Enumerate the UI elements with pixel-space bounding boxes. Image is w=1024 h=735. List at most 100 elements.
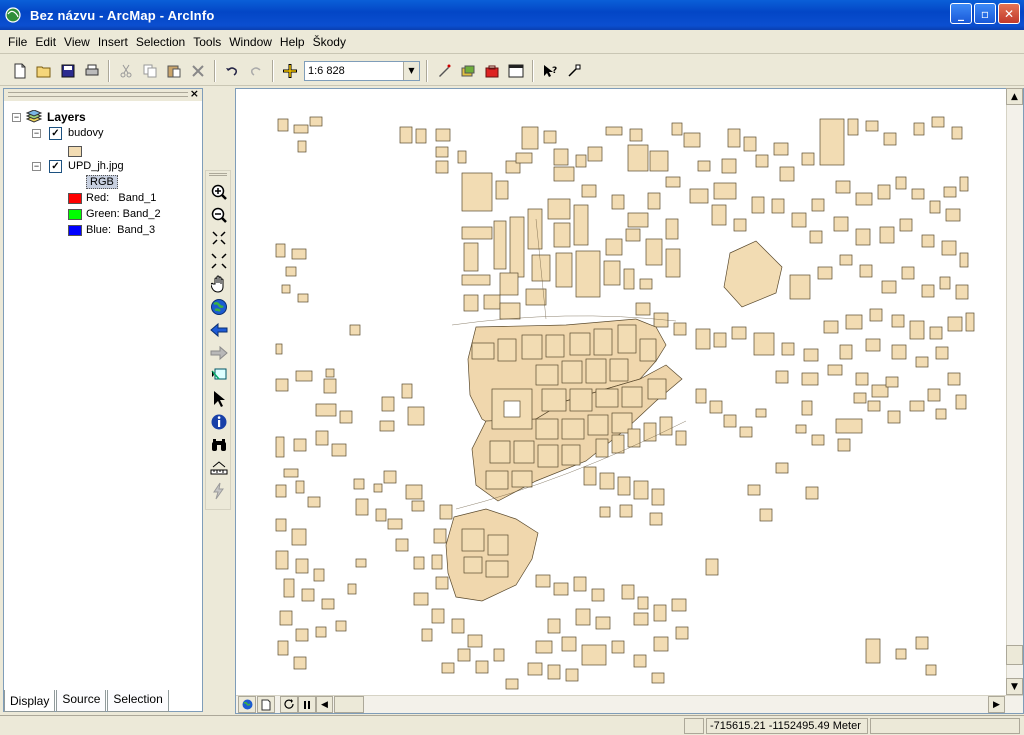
maximize-button[interactable]: ▫ [974, 3, 996, 24]
red-band-swatch[interactable] [68, 192, 82, 204]
toolbar-separator [426, 59, 428, 82]
command-line-button[interactable] [504, 60, 527, 82]
toolbar-separator [108, 59, 110, 82]
layer-row-budovy[interactable]: − ✓ budovy [32, 125, 103, 141]
printer-icon [85, 64, 98, 75]
green-band-swatch[interactable] [68, 208, 82, 220]
arccatalog-button[interactable] [456, 60, 479, 82]
chevron-down-icon[interactable]: ▼ [403, 61, 419, 80]
find-button[interactable] [208, 434, 230, 456]
layer-visibility-checkbox[interactable]: ✓ [49, 159, 62, 173]
print-button[interactable] [80, 60, 103, 82]
lightning-icon [213, 482, 224, 500]
band-label: Blue: Band_3 [86, 224, 156, 236]
zoom-out-button[interactable] [208, 204, 230, 226]
layer-visibility-checkbox[interactable]: ✓ [49, 126, 62, 140]
globe-icon [242, 699, 252, 710]
page-icon [261, 699, 271, 710]
redo-button[interactable] [244, 60, 267, 82]
rgb-label[interactable]: RGB [86, 175, 118, 189]
map-display[interactable]: ▲ ▼ ◀ ▶ [235, 88, 1024, 714]
menu-skody[interactable]: Škody [309, 35, 350, 49]
toolbar-grip[interactable] [209, 173, 227, 176]
map-scale-dropdown[interactable]: 1:6 828 ▼ [304, 60, 420, 81]
editing-tool-button[interactable] [562, 60, 585, 82]
back-extent-button[interactable] [208, 319, 230, 341]
delete-button[interactable] [186, 60, 209, 82]
band-row-green[interactable]: Green: Band_2 [68, 206, 161, 222]
map-canvas[interactable] [236, 89, 1006, 695]
layers-root-row[interactable]: − Layers [12, 109, 86, 125]
copy-button[interactable] [138, 60, 161, 82]
menu-file[interactable]: File [4, 35, 31, 49]
open-button[interactable] [32, 60, 55, 82]
save-button[interactable] [56, 60, 79, 82]
identify-button[interactable] [208, 411, 230, 433]
scroll-left-button[interactable]: ◀ [316, 696, 333, 713]
add-data-button[interactable] [278, 60, 301, 82]
tab-source[interactable]: Source [56, 690, 107, 712]
menu-insert[interactable]: Insert [94, 35, 132, 49]
fixed-zoom-out-button[interactable] [208, 250, 230, 272]
undo-button[interactable] [220, 60, 243, 82]
collapse-icon[interactable]: − [32, 128, 41, 138]
menu-window[interactable]: Window [225, 35, 276, 49]
paste-button[interactable] [162, 60, 185, 82]
budovy-symbol-row[interactable] [68, 143, 82, 159]
new-document-icon [14, 63, 25, 78]
menu-help[interactable]: Help [276, 35, 309, 49]
forward-extent-button[interactable] [208, 342, 230, 364]
blue-band-swatch[interactable] [68, 224, 82, 236]
pause-drawing-button[interactable] [298, 696, 316, 713]
vertical-scrollbar[interactable]: ▲ ▼ [1006, 88, 1023, 696]
menu-selection[interactable]: Selection [132, 35, 189, 49]
editor-toolbar-button[interactable] [432, 60, 455, 82]
menu-view[interactable]: View [60, 35, 94, 49]
toc-tabs: Display Source Selection [4, 690, 170, 712]
add-data-icon [282, 63, 297, 78]
scroll-up-button[interactable]: ▲ [1006, 88, 1023, 105]
band-row-red[interactable]: Red: Band_1 [68, 190, 156, 206]
cursor-coordinates: -715615.21 -1152495.49 Meter [706, 718, 868, 734]
fixed-zoom-in-button[interactable] [208, 227, 230, 249]
whats-this-button[interactable]: ? [538, 60, 561, 82]
scroll-right-button[interactable]: ▶ [988, 696, 1005, 713]
toc-title-grip[interactable]: × [4, 87, 202, 101]
refresh-button[interactable] [280, 696, 298, 713]
toc-drag-grip[interactable] [8, 92, 188, 97]
polygon-symbol-swatch[interactable] [68, 145, 82, 157]
paste-icon [167, 65, 180, 77]
collapse-icon[interactable]: − [32, 161, 41, 171]
horizontal-scroll-thumb[interactable] [334, 696, 364, 713]
tab-selection[interactable]: Selection [107, 690, 169, 712]
new-document-button[interactable] [8, 60, 31, 82]
data-view-button[interactable] [238, 696, 256, 713]
menu-edit[interactable]: Edit [31, 35, 60, 49]
minimize-button[interactable]: _ [950, 3, 972, 24]
select-elements-button[interactable] [208, 388, 230, 410]
pan-button[interactable] [208, 273, 230, 295]
scroll-thumb[interactable] [1006, 645, 1023, 665]
measure-button[interactable] [208, 457, 230, 479]
layout-view-button[interactable] [257, 696, 275, 713]
cut-button[interactable] [114, 60, 137, 82]
zoom-in-button[interactable] [208, 181, 230, 203]
close-icon[interactable]: × [190, 87, 199, 100]
layer-name: UPD_jh.jpg [68, 160, 124, 172]
band-row-blue[interactable]: Blue: Band_3 [68, 222, 155, 238]
layer-name: budovy [68, 127, 104, 139]
copy-icon [143, 64, 156, 77]
arctoolbox-button[interactable] [480, 60, 503, 82]
scroll-down-button[interactable]: ▼ [1006, 678, 1023, 695]
status-bar: -715615.21 -1152495.49 Meter [0, 715, 1024, 735]
hyperlink-button[interactable] [208, 480, 230, 502]
rgb-row: RGB [86, 174, 118, 190]
layer-row-upd[interactable]: − ✓ UPD_jh.jpg [32, 158, 124, 174]
full-extent-button[interactable] [208, 296, 230, 318]
close-button[interactable]: ✕ [998, 3, 1020, 24]
title-bar: Bez názvu - ArcMap - ArcInfo _ ▫ ✕ [0, 0, 1024, 30]
select-features-button[interactable] [208, 365, 230, 387]
collapse-icon[interactable]: − [12, 112, 21, 122]
tab-display[interactable]: Display [4, 690, 56, 712]
menu-tools[interactable]: Tools [189, 35, 225, 49]
